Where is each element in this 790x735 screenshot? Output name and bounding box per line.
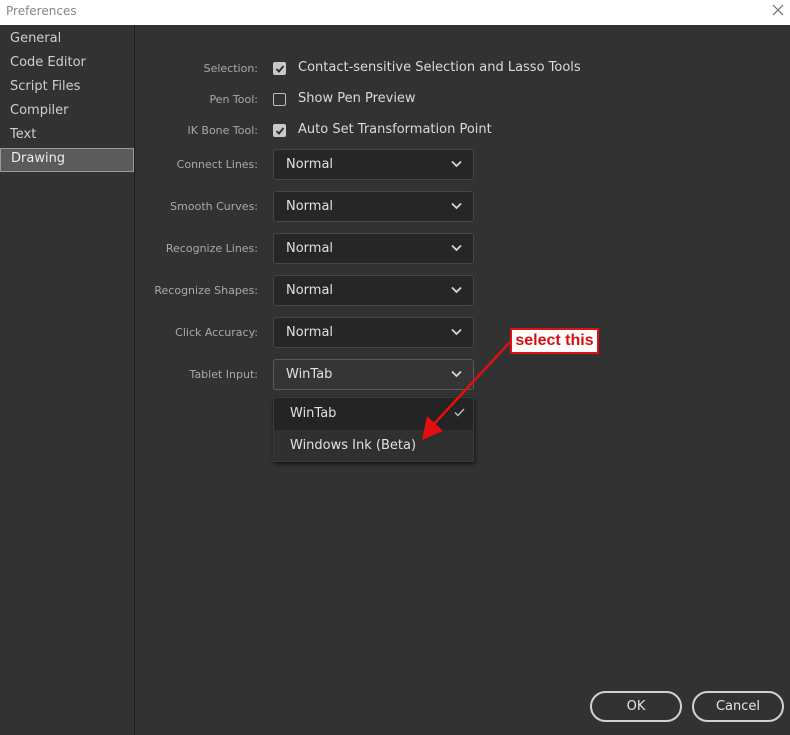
click-accuracy-label: Click Accuracy: [175, 326, 258, 339]
checkmark-icon [275, 65, 285, 73]
connect-lines-dropdown[interactable]: Normal [273, 149, 474, 180]
smooth-curves-value: Normal [286, 199, 334, 214]
sidebar-item-compiler[interactable]: Compiler [0, 99, 134, 123]
title-bar: Preferences [0, 0, 790, 25]
ok-button[interactable]: OK [590, 691, 682, 722]
ik-bone-tool-label: IK Bone Tool: [187, 124, 258, 137]
recognize-shapes-label: Recognize Shapes: [154, 284, 258, 297]
chevron-down-icon [451, 328, 462, 336]
sidebar-item-script-files[interactable]: Script Files [0, 75, 134, 99]
connect-lines-label: Connect Lines: [176, 158, 258, 171]
sidebar-item-drawing[interactable]: Drawing [0, 148, 134, 172]
chevron-down-icon [451, 244, 462, 252]
menu-item-label: WinTab [290, 406, 337, 421]
window-title: Preferences [6, 4, 77, 18]
selection-label: Selection: [203, 62, 258, 75]
menu-item-label: Windows Ink (Beta) [290, 438, 417, 453]
sidebar: General Code Editor Script Files Compile… [0, 25, 135, 735]
recognize-shapes-dropdown[interactable]: Normal [273, 275, 474, 306]
auto-transform-checkbox[interactable] [273, 124, 286, 137]
recognize-shapes-value: Normal [286, 283, 334, 298]
close-icon[interactable] [772, 4, 784, 16]
annotation-callout: select this [510, 328, 599, 354]
tablet-input-label: Tablet Input: [189, 368, 258, 381]
pen-preview-checkbox-label[interactable]: Show Pen Preview [298, 91, 416, 106]
chevron-down-icon [451, 160, 462, 168]
checkmark-icon [275, 127, 285, 135]
recognize-lines-dropdown[interactable]: Normal [273, 233, 474, 264]
annotation-arrow [422, 341, 511, 440]
tablet-input-value: WinTab [286, 367, 333, 382]
recognize-lines-value: Normal [286, 241, 334, 256]
pen-preview-checkbox[interactable] [273, 93, 286, 106]
click-accuracy-value: Normal [286, 325, 334, 340]
cancel-button[interactable]: Cancel [692, 691, 784, 722]
chevron-down-icon [451, 286, 462, 294]
connect-lines-value: Normal [286, 157, 334, 172]
chevron-down-icon [451, 202, 462, 210]
sidebar-item-general[interactable]: General [0, 27, 134, 51]
selection-checkbox[interactable] [273, 62, 286, 75]
smooth-curves-label: Smooth Curves: [170, 200, 258, 213]
recognize-lines-label: Recognize Lines: [165, 242, 258, 255]
smooth-curves-dropdown[interactable]: Normal [273, 191, 474, 222]
selection-checkbox-label[interactable]: Contact-sensitive Selection and Lasso To… [298, 60, 581, 75]
auto-transform-checkbox-label[interactable]: Auto Set Transformation Point [298, 122, 492, 137]
sidebar-item-code-editor[interactable]: Code Editor [0, 51, 134, 75]
pen-tool-label: Pen Tool: [209, 93, 258, 106]
sidebar-item-text[interactable]: Text [0, 123, 134, 147]
